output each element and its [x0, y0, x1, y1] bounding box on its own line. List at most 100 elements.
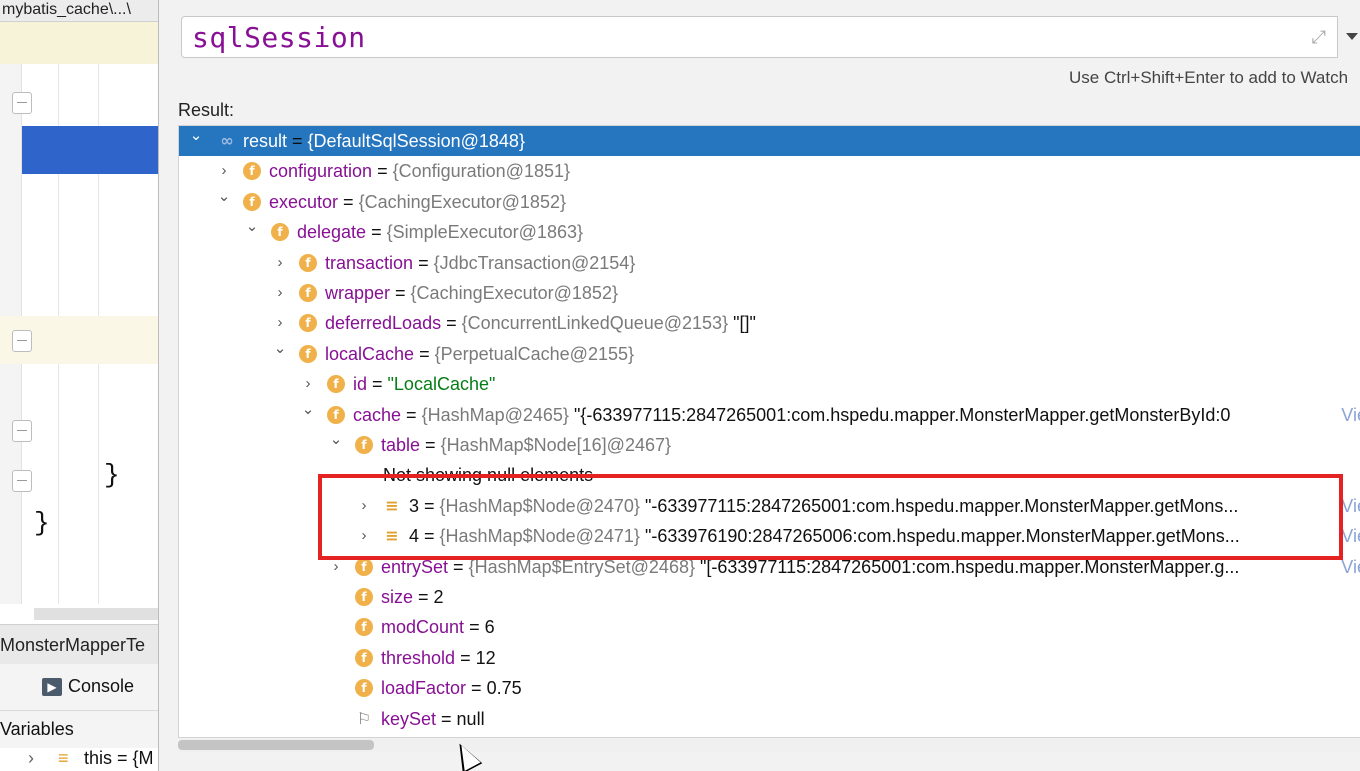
equals-sign: = — [366, 222, 387, 243]
chevron-right-icon[interactable]: › — [217, 156, 231, 186]
chevron-right-icon[interactable]: › — [357, 491, 371, 521]
tree-row[interactable]: ⌄ f cache = {HashMap@2465} "{-633977115:28… — [179, 400, 1360, 430]
chevron-down-icon[interactable]: ⌄ — [245, 217, 259, 247]
field-icon: f — [355, 679, 373, 698]
field-icon: f — [355, 557, 373, 576]
editor-scrollbar[interactable] — [34, 608, 158, 620]
tree-row[interactable]: › f configuration = {Configuration@1851} — [179, 156, 1360, 186]
equals-sign: = — [466, 678, 487, 699]
tree-row-text: deferredLoads = {ConcurrentLinkedQueue@2… — [325, 308, 756, 338]
chevron-right-icon[interactable]: › — [301, 369, 315, 399]
console-tab[interactable]: Console — [68, 676, 134, 697]
field-name: localCache — [325, 343, 415, 364]
fold-marker-icon[interactable] — [12, 420, 32, 442]
tree-row[interactable]: f threshold = 12 — [179, 643, 1360, 673]
equals-sign: = — [372, 161, 393, 182]
equals-sign: = — [413, 252, 434, 273]
field-type: {JdbcTransaction@2154} — [433, 252, 636, 273]
view-link[interactable]: View — [1341, 521, 1360, 551]
field-name: entrySet — [381, 556, 449, 577]
dropdown-icon[interactable] — [1337, 16, 1360, 58]
fold-marker-icon[interactable] — [12, 470, 32, 492]
current-line-highlight — [22, 126, 158, 174]
tree-row-text: delegate = {SimpleExecutor@1863} — [297, 217, 583, 247]
tree-row[interactable]: f size = 2 — [179, 582, 1360, 612]
evaluate-dialog: sqlSession ⤢ Use Ctrl+Shift+Enter to add… — [158, 0, 1360, 771]
chevron-down-icon[interactable]: ⌄ — [273, 339, 287, 369]
field-name: keySet — [381, 708, 437, 729]
chevron-down-icon[interactable]: ⌄ — [217, 187, 231, 217]
field-name: transaction — [325, 252, 414, 273]
chevron-right-icon[interactable]: › — [273, 308, 287, 338]
chevron-down-icon[interactable]: ⌄ — [301, 400, 315, 430]
tree-row[interactable]: › f transaction = {JdbcTransaction@2154} — [179, 248, 1360, 278]
tree-row[interactable]: ⌄ f delegate = {SimpleExecutor@1863} — [179, 217, 1360, 247]
tree-row[interactable]: ⌄ ∞ result = {DefaultSqlSession@1848} — [179, 126, 1360, 156]
field-type: {Configuration@1851} — [392, 161, 571, 182]
field-icon: f — [299, 314, 317, 333]
field-name: table — [381, 435, 421, 455]
chevron-right-icon[interactable]: › — [357, 521, 371, 551]
fold-marker-icon[interactable] — [12, 330, 32, 352]
equals-sign: = — [414, 343, 435, 364]
run-tab[interactable]: MonsterMapperTe — [0, 624, 158, 664]
chevron-right-icon[interactable]: › — [273, 278, 287, 308]
null-elements-note: Not showing null elements — [383, 465, 594, 486]
variables-this-row[interactable]: › ≡ this = {M — [0, 748, 158, 771]
field-icon: f — [355, 588, 373, 606]
field-icon: f — [243, 162, 261, 181]
chevron-right-icon[interactable]: › — [329, 552, 343, 582]
result-tree[interactable]: ⌄ ∞ result = {DefaultSqlSession@1848} › f con… — [178, 125, 1360, 738]
field-type: {DefaultSqlSession@1848} — [307, 131, 525, 151]
editor-tab[interactable]: mybatis_cache\...\ — [0, 0, 158, 22]
array-element-icon: ≡ — [385, 526, 399, 546]
closing-brace: } — [104, 460, 120, 490]
tree-row[interactable]: › ≡ 3 = {HashMap$Node@2470} "-633977115:28… — [179, 491, 1360, 521]
tree-row[interactable]: › f id = "LocalCache" — [179, 369, 1360, 399]
field-type: {HashMap$EntrySet@2468} — [468, 556, 695, 577]
tree-row-text: size = 2 — [381, 582, 444, 612]
view-link[interactable]: View — [1341, 552, 1360, 582]
expression-input[interactable]: sqlSession ⤢ — [181, 16, 1341, 58]
view-link[interactable]: View — [1341, 491, 1360, 521]
tree-row[interactable]: ⌄ f table = {HashMap$Node[16]@2467} — [179, 430, 1360, 460]
tree-row[interactable]: › f wrapper = {CachingExecutor@1852} — [179, 278, 1360, 308]
tree-row[interactable]: ⚐ keySet = null — [179, 704, 1360, 734]
chevron-down-icon[interactable]: ⌄ — [189, 126, 203, 156]
field-value: 12 — [475, 647, 496, 668]
tree-row-text: modCount = 6 — [381, 612, 495, 642]
field-name: size — [381, 587, 414, 607]
field-name: loadFactor — [381, 678, 467, 699]
tree-row-text: cache = {HashMap@2465} "{-633977115:2847… — [353, 400, 1230, 430]
tree-row[interactable]: › f entrySet = {HashMap$EntrySet@2468} "[-… — [179, 552, 1360, 582]
tree-row[interactable]: › f deferredLoads = {ConcurrentLinkedQueue… — [179, 308, 1360, 338]
dialog-footer — [159, 752, 1360, 771]
array-element-icon: ≡ — [58, 748, 69, 768]
tree-row-text: 3 = {HashMap$Node@2470} "-633977115:2847… — [409, 491, 1238, 521]
chevron-down-icon[interactable]: ⌄ — [329, 430, 343, 460]
tree-row[interactable]: f modCount = 6 — [179, 612, 1360, 642]
field-value: null — [456, 708, 485, 729]
tree-row[interactable]: ⌄ f localCache = {PerpetualCache@2155} — [179, 339, 1360, 369]
horizontal-scrollbar[interactable] — [178, 738, 1360, 752]
console-icon[interactable]: ▶ — [42, 678, 62, 696]
chevron-right-icon[interactable]: › — [28, 748, 34, 769]
tree-row-text: localCache = {PerpetualCache@2155} — [325, 339, 634, 369]
tree-row[interactable]: f loadFactor = 0.75 — [179, 673, 1360, 703]
tree-row[interactable]: › ≡ 4 = {HashMap$Node@2471} "-633976190:28… — [179, 521, 1360, 551]
chevron-right-icon[interactable]: › — [273, 248, 287, 278]
scrollbar-thumb[interactable] — [178, 740, 374, 750]
debug-toolbar: ▶ Console — [0, 664, 158, 710]
expand-icon[interactable]: ⤢ — [1312, 27, 1326, 48]
tree-row-text: transaction = {JdbcTransaction@2154} — [325, 248, 635, 278]
field-value: "-633977115:2847265001:com.hspedu.mapper… — [639, 495, 1239, 516]
screen: mybatis_cache\...\ } } MonsterMapperTe ▶… — [0, 0, 1360, 771]
field-type: {CachingExecutor@1852} — [410, 283, 618, 303]
field-icon: f — [299, 253, 317, 272]
equals-sign: = — [419, 526, 440, 547]
equals-sign: = — [367, 374, 388, 395]
view-link[interactable]: View — [1341, 400, 1360, 430]
fold-marker-icon[interactable] — [12, 92, 32, 114]
tree-row[interactable]: ⌄ f executor = {CachingExecutor@1852} — [179, 187, 1360, 217]
field-type: {PerpetualCache@2155} — [434, 343, 635, 364]
